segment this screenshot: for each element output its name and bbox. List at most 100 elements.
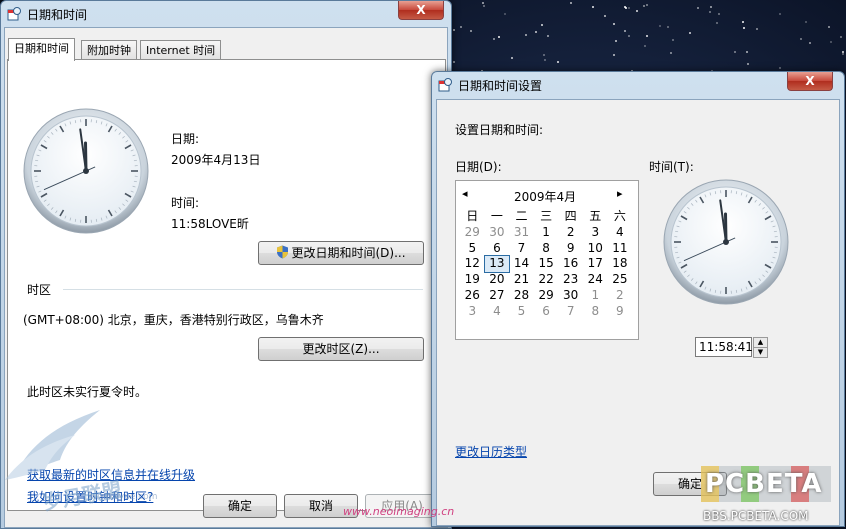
star [636, 10, 638, 12]
calendar-day[interactable]: 22 [534, 272, 559, 288]
calendar-day[interactable]: 5 [460, 241, 485, 257]
star [547, 35, 549, 37]
change-datetime-label: 更改日期和时间(D)... [291, 246, 405, 260]
star [709, 11, 711, 13]
calendar-day[interactable]: 6 [485, 241, 510, 257]
analog-clock [23, 108, 149, 234]
calendar-day[interactable]: 9 [608, 304, 633, 320]
star [624, 30, 626, 32]
clock-app-icon [7, 7, 21, 21]
next-month-icon[interactable]: ▸ [617, 187, 623, 200]
star [734, 51, 736, 53]
calendar-day[interactable]: 15 [534, 256, 559, 272]
calendar-day[interactable]: 26 [460, 288, 485, 304]
calendar-day[interactable]: 8 [534, 241, 559, 257]
change-timezone-button[interactable]: 更改时区(Z)... [258, 337, 424, 361]
calendar-day[interactable]: 27 [485, 288, 510, 304]
calendar-day[interactable]: 3 [583, 225, 608, 241]
calendar-day[interactable]: 17 [583, 256, 608, 272]
link-change-calendar-type[interactable]: 更改日历类型 [455, 443, 527, 460]
calendar-day[interactable]: 25 [608, 272, 633, 288]
uac-shield-icon [276, 245, 289, 259]
calendar-day[interactable]: 11 [608, 241, 633, 257]
star [659, 25, 661, 27]
calendar-day-selected[interactable]: 13 [485, 256, 510, 272]
star [830, 41, 832, 43]
calendar-day[interactable]: 23 [558, 272, 583, 288]
calendar-month-label[interactable]: 2009年4月 [514, 188, 576, 205]
calendar-day[interactable]: 19 [460, 272, 485, 288]
calendar-day[interactable]: 6 [534, 304, 559, 320]
calendar-day[interactable]: 1 [534, 225, 559, 241]
star [672, 39, 674, 41]
star [716, 22, 718, 24]
calendar-day[interactable]: 10 [583, 241, 608, 257]
calendar-day[interactable]: 9 [558, 241, 583, 257]
close-icon: X [416, 3, 425, 17]
calendar-day[interactable]: 29 [460, 225, 485, 241]
star [743, 27, 745, 29]
clock-time-label: 时间(T): [649, 158, 694, 175]
calendar-day[interactable]: 30 [558, 288, 583, 304]
calendar-day[interactable]: 20 [485, 272, 510, 288]
tab-date-time[interactable]: 日期和时间 [8, 38, 75, 61]
time-input-value: 11:58:41 [699, 340, 753, 354]
star [482, 2, 484, 4]
settings-title-bar[interactable]: 日期和时间设置 X [432, 72, 844, 98]
title-bar[interactable]: 日期和时间 X [1, 1, 451, 27]
star [613, 54, 615, 56]
calendar-day[interactable]: 4 [485, 304, 510, 320]
star [615, 40, 617, 42]
star [493, 38, 495, 40]
calendar-day[interactable]: 4 [608, 225, 633, 241]
weekday-header: 五 [583, 209, 608, 225]
calendar-day[interactable]: 1 [583, 288, 608, 304]
watermark-center-url: www.neoimaging.cn [343, 505, 454, 518]
calendar-day[interactable]: 2 [608, 288, 633, 304]
star [498, 36, 500, 38]
time-label: 时间: [171, 194, 199, 211]
star [718, 13, 720, 15]
prev-month-icon[interactable]: ◂ [462, 187, 468, 200]
calendar-day[interactable]: 14 [509, 256, 534, 272]
calendar-day[interactable]: 7 [558, 304, 583, 320]
calendar-day[interactable]: 7 [509, 241, 534, 257]
date-label: 日期: [171, 130, 199, 147]
close-button[interactable]: X [398, 1, 444, 20]
star [557, 61, 559, 63]
calendar-day[interactable]: 5 [509, 304, 534, 320]
calendar-day[interactable]: 21 [509, 272, 534, 288]
calendar-day[interactable]: 3 [460, 304, 485, 320]
timezone-header: 时区 [27, 281, 51, 298]
star [543, 54, 545, 56]
tab-internet-time[interactable]: Internet 时间 [140, 40, 221, 60]
star [525, 34, 527, 36]
calendar-day[interactable]: 18 [608, 256, 633, 272]
weekday-header: 二 [509, 209, 534, 225]
ok-button[interactable]: 确定 [203, 494, 277, 518]
calendar-day[interactable]: 29 [534, 288, 559, 304]
star [541, 24, 543, 26]
calendar-day[interactable]: 8 [583, 304, 608, 320]
star [460, 26, 462, 28]
clock-center-pin [83, 168, 89, 174]
analog-clock [663, 179, 789, 305]
clock-center-pin [723, 239, 729, 245]
calendar-day[interactable]: 16 [558, 256, 583, 272]
calendar-day[interactable]: 31 [509, 225, 534, 241]
weekday-header: 六 [608, 209, 633, 225]
calendar-day[interactable]: 30 [485, 225, 510, 241]
date-value: 2009年4月13日 [171, 151, 260, 168]
settings-close-button[interactable]: X [787, 72, 833, 91]
calendar-grid: 日一二三四五六293031123456789101112131415161718… [460, 209, 632, 320]
clock-app-icon [438, 78, 452, 92]
timezone-value: (GMT+08:00) 北京，重庆，香港特别行政区，乌鲁木齐 [23, 311, 324, 328]
time-spin-down-button[interactable]: ▼ [753, 347, 768, 358]
calendar-day[interactable]: 2 [558, 225, 583, 241]
calendar-day[interactable]: 12 [460, 256, 485, 272]
time-input[interactable]: 11:58:41 [695, 337, 752, 357]
change-datetime-button[interactable]: 更改日期和时间(D)... [258, 241, 424, 265]
calendar-day[interactable]: 28 [509, 288, 534, 304]
tab-additional-clocks[interactable]: 附加时钟 [81, 40, 137, 60]
calendar-day[interactable]: 24 [583, 272, 608, 288]
